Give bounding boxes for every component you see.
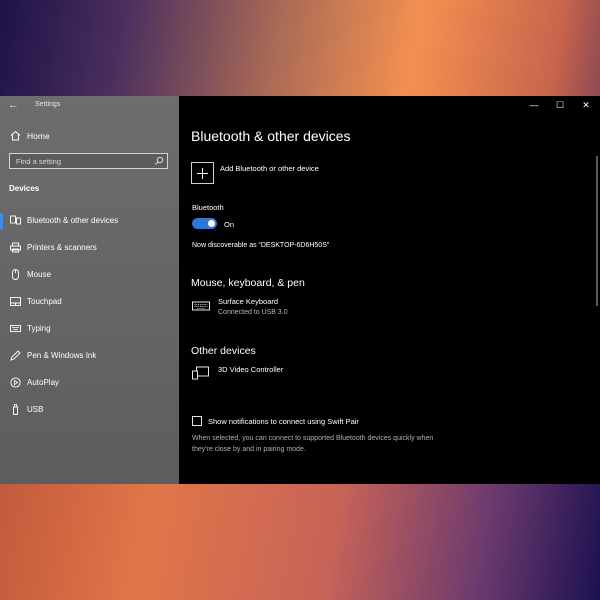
settings-window: ← Settings Home Devices Bluetooth & othe… [0,96,600,484]
sidebar-item-label: Printers & scanners [27,243,97,252]
sidebar-item-printers[interactable]: Printers & scanners [0,237,179,259]
scrollbar[interactable] [596,156,598,306]
search-input[interactable] [10,154,156,168]
sidebar-item-label: Pen & Windows Ink [27,351,97,360]
nav-home-label: Home [27,131,50,141]
title-bar: ← Settings [0,96,179,116]
close-button[interactable]: ✕ [573,98,599,112]
nav-home[interactable]: Home [0,125,179,147]
sidebar-item-usb[interactable]: USB [0,399,179,421]
search-box[interactable] [9,153,168,169]
minimize-button[interactable]: — [521,98,547,112]
main-content: — ☐ ✕ Bluetooth & other devices Add Blue… [179,96,600,484]
section-other-devices: Other devices [191,345,256,357]
sidebar-item-label: Typing [27,324,51,333]
touchpad-icon [10,297,21,306]
section-header-devices: Devices [9,184,40,193]
keyboard-icon [192,301,210,311]
sidebar-item-label: AutoPlay [27,378,60,387]
section-mouse-keyboard-pen: Mouse, keyboard, & pen [191,277,305,289]
back-arrow-icon[interactable]: ← [8,99,19,111]
sidebar-item-bluetooth[interactable]: Bluetooth & other devices [0,210,179,232]
sidebar-item-typing[interactable]: Typing [0,318,179,340]
swift-pair-checkbox[interactable] [192,416,202,426]
bluetooth-devices-icon [10,215,21,225]
device-name: 3D Video Controller [218,365,284,374]
sidebar-item-label: Mouse [27,270,52,279]
add-device-label[interactable]: Add Bluetooth or other device [220,164,319,173]
device-name: Surface Keyboard [218,297,279,306]
sidebar-item-autoplay[interactable]: AutoPlay [0,372,179,394]
device-status: Connected to USB 3.0 [218,309,288,316]
sidebar-item-label: USB [27,405,44,414]
discoverable-text: Now discoverable as “DESKTOP-6D6H50S” [192,242,330,249]
bluetooth-label: Bluetooth [192,203,224,212]
autoplay-icon [10,377,21,388]
printer-icon [10,242,21,253]
mouse-icon [12,269,19,280]
home-icon [10,130,21,141]
maximize-button[interactable]: ☐ [547,98,573,112]
display-device-icon [192,366,209,380]
sidebar-item-pen[interactable]: Pen & Windows Ink [0,345,179,367]
search-icon[interactable] [154,156,164,166]
app-title: Settings [35,101,61,108]
pen-icon [10,350,21,361]
swift-pair-label[interactable]: Show notifications to connect using Swif… [208,417,359,426]
sidebar-item-label: Bluetooth & other devices [27,216,119,225]
add-device-button[interactable] [191,162,214,184]
swift-pair-help-text: When selected, you can connect to suppor… [192,435,434,453]
sidebar-item-label: Touchpad [27,297,62,306]
page-title: Bluetooth & other devices [191,128,351,144]
bluetooth-toggle[interactable] [192,218,217,229]
desktop-wallpaper [0,484,600,600]
plus-icon [197,168,208,179]
sidebar-item-touchpad[interactable]: Touchpad [0,291,179,313]
keyboard-icon [10,325,21,332]
sidebar-item-mouse[interactable]: Mouse [0,264,179,286]
toggle-knob [208,220,215,227]
selection-indicator [0,213,3,229]
usb-icon [13,404,18,415]
sidebar: ← Settings Home Devices Bluetooth & othe… [0,96,179,484]
bluetooth-state: On [224,220,235,229]
